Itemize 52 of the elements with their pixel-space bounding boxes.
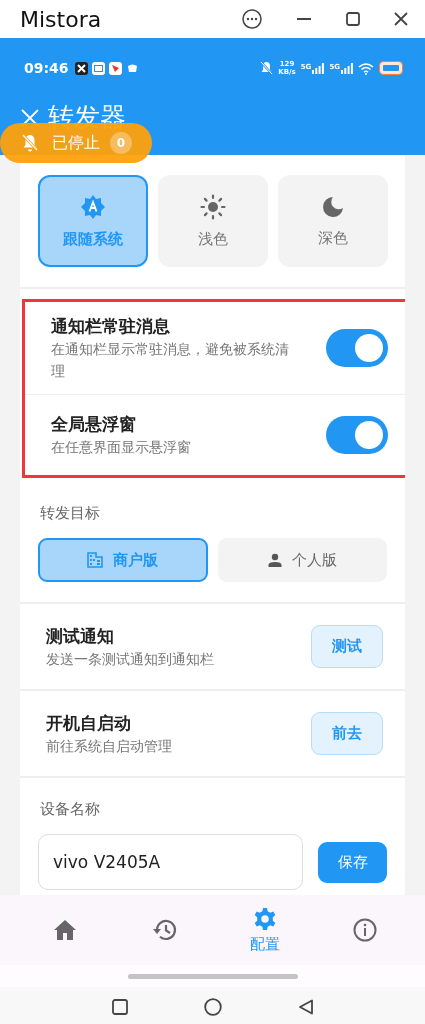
info-icon xyxy=(353,918,377,942)
home-icon xyxy=(53,919,77,941)
signal-icon xyxy=(341,62,353,74)
status-pill[interactable]: 已停止 0 xyxy=(0,123,152,163)
toggle-switch[interactable] xyxy=(326,416,388,454)
back-icon[interactable] xyxy=(297,998,314,1015)
theme-option[interactable]: 跟随系统 xyxy=(38,175,148,267)
more-icon[interactable] xyxy=(242,9,262,29)
gesture-handle[interactable] xyxy=(127,973,298,979)
bell-off-icon xyxy=(22,134,38,152)
history-icon xyxy=(152,918,178,942)
minimize-icon[interactable] xyxy=(296,17,312,21)
setting-title: 测试通知 xyxy=(46,624,115,648)
settings-icon xyxy=(253,906,277,931)
recent-apps-icon[interactable] xyxy=(111,998,128,1015)
building-icon xyxy=(87,552,104,568)
setting-title: 开机自启动 xyxy=(46,711,132,735)
wifi-icon xyxy=(358,61,374,75)
save-button[interactable]: 保存 xyxy=(318,841,387,883)
signal-icon xyxy=(312,62,325,74)
sun-icon xyxy=(200,193,226,220)
target-option[interactable]: 商户版 xyxy=(38,538,208,582)
window-title: Mistora xyxy=(20,6,103,32)
clock: 09:46 xyxy=(24,60,69,76)
maximize-icon[interactable] xyxy=(346,12,360,26)
target-option[interactable]: 个人版 xyxy=(217,538,387,582)
setting-title: 通知栏常驻消息 xyxy=(51,315,171,338)
person-icon xyxy=(267,553,282,567)
theme-option[interactable]: 浅色 xyxy=(158,175,268,267)
app-icon xyxy=(108,61,122,75)
battery-icon xyxy=(379,61,403,75)
close-icon[interactable] xyxy=(394,12,408,26)
count-badge: 0 xyxy=(110,132,132,154)
theme-option[interactable]: 深色 xyxy=(278,175,388,267)
home-circle-icon[interactable] xyxy=(203,997,222,1016)
setting-description: 发送一条测试通知到通知栏 xyxy=(46,649,215,669)
action-button[interactable]: 测试 xyxy=(311,625,383,668)
toggle-switch[interactable] xyxy=(326,329,388,367)
setting-description: 在通知栏显示常驻消息，避免被系统清理 xyxy=(51,340,290,381)
bell-off-icon xyxy=(260,61,274,75)
moon-icon xyxy=(321,194,345,219)
section-label: 设备名称 xyxy=(39,800,101,819)
setting-description: 在任意界面显示悬浮窗 xyxy=(51,438,192,457)
section-label: 转发目标 xyxy=(39,504,101,523)
status-label: 已停止 xyxy=(52,132,100,154)
setting-title: 全局悬浮窗 xyxy=(51,413,137,436)
action-button[interactable]: 前去 xyxy=(311,712,383,755)
setting-description: 前往系统自启动管理 xyxy=(46,736,173,756)
device-name-field[interactable]: vivo V2405A xyxy=(38,834,303,890)
auto-theme-icon xyxy=(80,193,106,220)
app-icon xyxy=(91,61,105,75)
app-icon xyxy=(74,61,88,75)
